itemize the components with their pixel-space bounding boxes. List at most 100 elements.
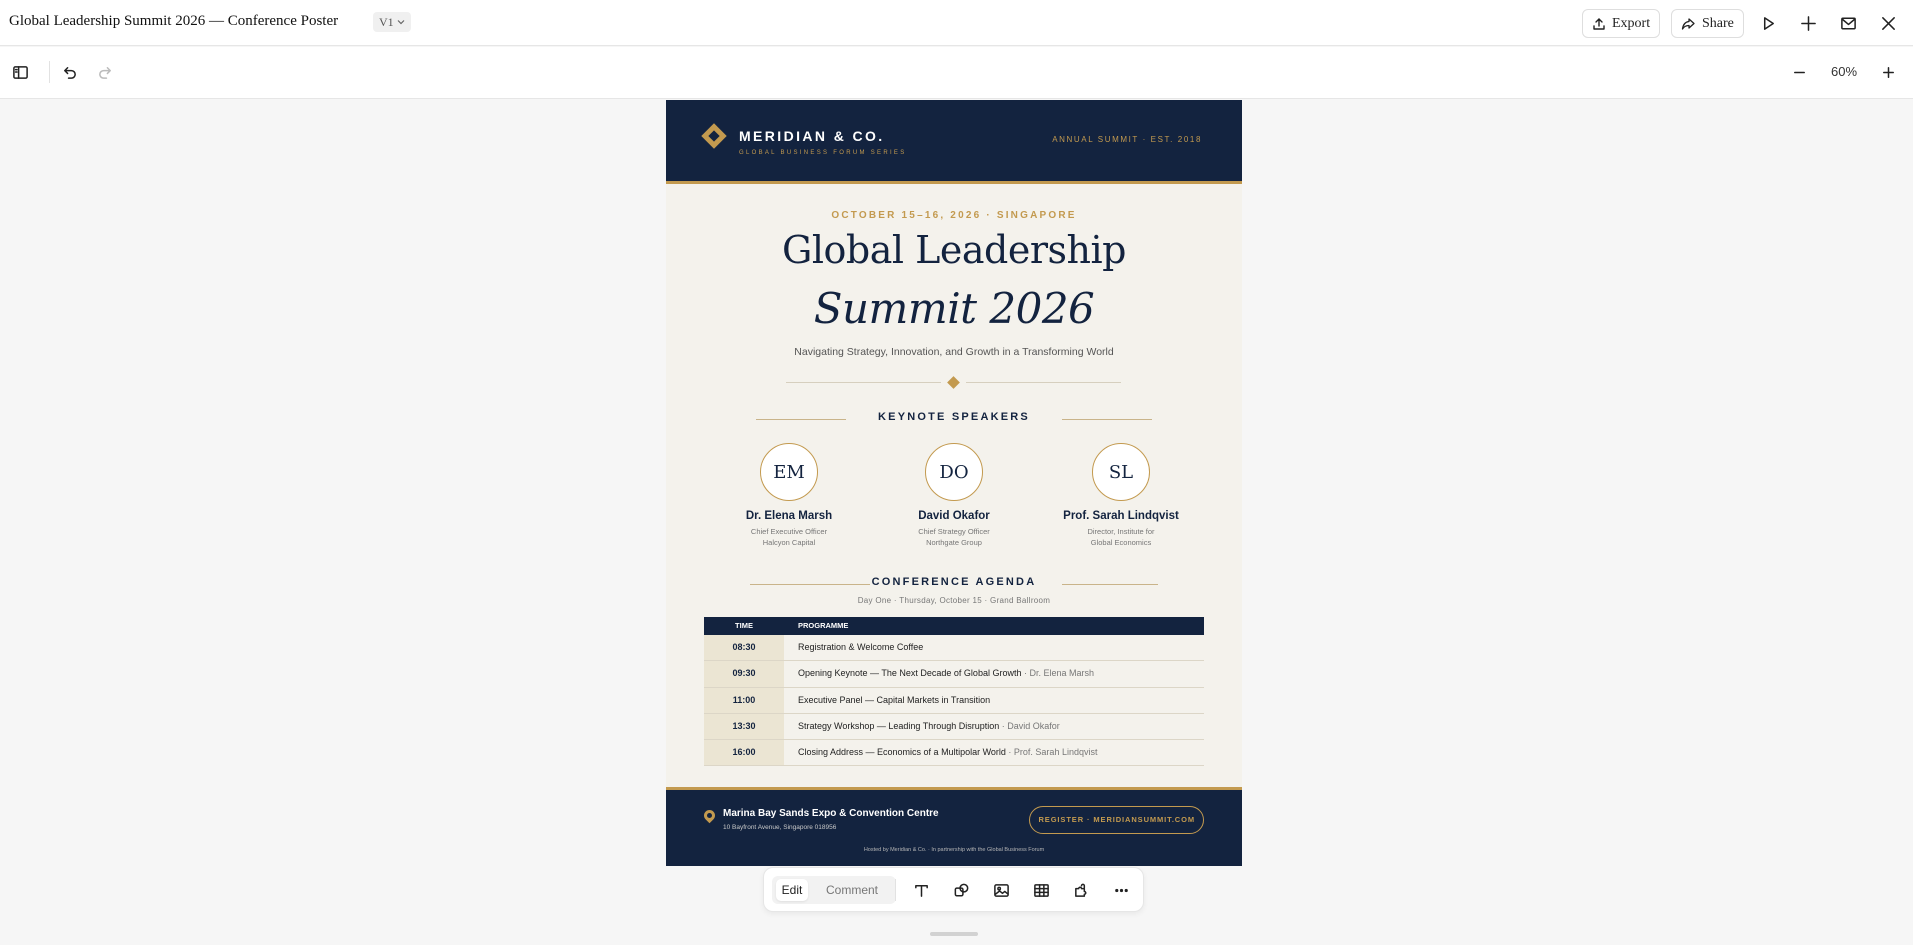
shape-tool-button[interactable] bbox=[948, 877, 974, 903]
speaker-avatar: EM bbox=[760, 443, 818, 501]
agenda-header-row: TIME PROGRAMME bbox=[704, 617, 1204, 635]
poster-title-line1[interactable]: Global Leadership bbox=[666, 228, 1242, 272]
agenda-item-title: Strategy Workshop — Leading Through Disr… bbox=[798, 720, 1000, 731]
mode-switch: Edit Comment bbox=[772, 876, 896, 904]
speaker-role-line: Halcyon Capital bbox=[762, 538, 816, 548]
location-pin-icon bbox=[701, 807, 718, 824]
agenda-item-speaker: · Prof. Sarah Lindqvist bbox=[1005, 747, 1098, 758]
speaker-role-line: Chief Strategy Officer bbox=[918, 527, 990, 536]
present-button[interactable] bbox=[1755, 10, 1781, 36]
agenda-subtitle[interactable]: Day One · Thursday, October 15 · Grand B… bbox=[666, 596, 1242, 605]
agenda-section-title[interactable]: CONFERENCE AGENDA bbox=[666, 576, 1242, 588]
diamond-logo-icon bbox=[701, 123, 727, 149]
ornament-line-right bbox=[966, 382, 1121, 383]
poster-title-line2[interactable]: Summit 2026 bbox=[666, 284, 1242, 333]
shapes-icon bbox=[954, 883, 968, 896]
table-row[interactable]: 13:30 Strategy Workshop — Leading Throug… bbox=[704, 713, 1204, 741]
plugins-tool-button[interactable] bbox=[1068, 877, 1094, 903]
poster-tagline[interactable]: Navigating Strategy, Innovation, and Gro… bbox=[666, 346, 1242, 358]
image-tool-button[interactable] bbox=[988, 877, 1014, 903]
agenda-item-title: Closing Address — Economics of a Multipo… bbox=[798, 747, 1006, 758]
speaker-role: Director, Institute for Global Economics bbox=[1041, 526, 1201, 549]
comment-mode-tab[interactable]: Comment bbox=[816, 879, 888, 901]
agenda-table[interactable]: TIME PROGRAMME 08:30 Registration & Welc… bbox=[704, 617, 1204, 767]
speaker-role-line: Global Economics bbox=[1090, 538, 1152, 548]
keynote-line-right bbox=[1062, 419, 1152, 420]
speaker-role: Chief Executive Officer Halcyon Capital bbox=[709, 526, 869, 549]
keynote-section-title[interactable]: KEYNOTE SPEAKERS bbox=[666, 411, 1242, 423]
poster-footer[interactable]: Marina Bay Sands Expo & Convention Centr… bbox=[666, 790, 1242, 866]
plus-icon bbox=[1882, 66, 1894, 78]
edit-toolbar: Edit Comment bbox=[763, 867, 1144, 912]
chevron-down-icon bbox=[397, 20, 405, 25]
poster-header[interactable]: MERIDIAN & CO. GLOBAL BUSINESS FORUM SER… bbox=[666, 100, 1242, 181]
venue-address[interactable]: 10 Bayfront Avenue, Singapore 018956 bbox=[723, 824, 836, 831]
sidebar-icon bbox=[12, 65, 28, 79]
more-options-button[interactable] bbox=[1108, 877, 1134, 903]
text-tool-button[interactable] bbox=[908, 877, 934, 903]
speaker-card[interactable]: DO David Okafor Chief Strategy Officer N… bbox=[874, 443, 1034, 549]
speaker-card[interactable]: SL Prof. Sarah Lindqvist Director, Insti… bbox=[1041, 443, 1201, 549]
export-label: Export bbox=[1612, 15, 1651, 31]
agenda-item-title: Executive Panel — Capital Markets in Tra… bbox=[798, 694, 991, 705]
version-dropdown[interactable]: V1 bbox=[373, 12, 411, 32]
agenda-item-title: Registration & Welcome Coffee bbox=[798, 642, 924, 652]
document-title[interactable]: Global Leadership Summit 2026 — Conferen… bbox=[9, 13, 338, 30]
table-row[interactable]: 11:00 Executive Panel — Capital Markets … bbox=[704, 687, 1204, 714]
share-label: Share bbox=[1702, 15, 1734, 31]
speaker-card[interactable]: EM Dr. Elena Marsh Chief Executive Offic… bbox=[709, 443, 869, 549]
edit-mode-tab[interactable]: Edit bbox=[776, 879, 808, 901]
speaker-name: David Okafor bbox=[918, 510, 990, 522]
version-label: V1 bbox=[379, 14, 394, 29]
zoom-level[interactable]: 60% bbox=[1818, 64, 1870, 79]
table-row[interactable]: 08:30 Registration & Welcome Coffee bbox=[704, 635, 1204, 662]
agenda-item: Registration & Welcome Coffee bbox=[784, 635, 1204, 660]
zoom-out-button[interactable] bbox=[1786, 59, 1812, 85]
event-date[interactable]: OCTOBER 15–16, 2026 · SINGAPORE bbox=[666, 210, 1242, 221]
agenda-line-right bbox=[1062, 584, 1158, 585]
header-gold-rule bbox=[666, 181, 1242, 184]
speaker-name: Dr. Elena Marsh bbox=[745, 510, 833, 522]
agenda-item: Opening Keynote — The Next Decade of Glo… bbox=[784, 661, 1204, 686]
canvas-toolbar: 60% bbox=[0, 47, 1913, 99]
venue-name[interactable]: Marina Bay Sands Expo & Convention Centr… bbox=[723, 808, 939, 819]
agenda-header-time: TIME bbox=[735, 621, 753, 630]
speaker-role-line: Chief Executive Officer bbox=[750, 527, 828, 536]
add-button[interactable] bbox=[1795, 10, 1821, 36]
agenda-item: Closing Address — Economics of a Multipo… bbox=[784, 740, 1204, 765]
export-button[interactable]: Export bbox=[1582, 9, 1661, 38]
redo-icon bbox=[98, 66, 111, 79]
agenda-header-programme: PROGRAMME bbox=[798, 621, 849, 630]
plus-icon bbox=[1800, 15, 1816, 31]
image-icon bbox=[993, 883, 1009, 897]
undo-icon bbox=[63, 66, 76, 79]
speaker-avatar: SL bbox=[1092, 443, 1150, 501]
share-icon bbox=[1681, 17, 1695, 30]
mail-button[interactable] bbox=[1835, 10, 1861, 36]
more-horizontal-icon bbox=[1114, 888, 1128, 892]
drag-handle[interactable] bbox=[930, 932, 978, 936]
undo-button[interactable] bbox=[56, 59, 82, 85]
redo-button[interactable] bbox=[92, 59, 118, 85]
annual-summit-label[interactable]: ANNUAL SUMMIT · EST. 2018 bbox=[1052, 135, 1202, 144]
table-row[interactable]: 09:30 Opening Keynote — The Next Decade … bbox=[704, 661, 1204, 688]
agenda-time: 13:30 bbox=[704, 713, 784, 740]
table-row[interactable]: 16:00 Closing Address — Economics of a M… bbox=[704, 740, 1204, 767]
title-bar: Global Leadership Summit 2026 — Conferen… bbox=[0, 0, 1913, 46]
agenda-time: 09:30 bbox=[704, 661, 784, 687]
speaker-avatar: DO bbox=[925, 443, 983, 501]
hosted-by-text[interactable]: Hosted by Meridian & Co. · In partnershi… bbox=[666, 847, 1242, 853]
speaker-role: Chief Strategy Officer Northgate Group bbox=[874, 526, 1034, 549]
register-badge[interactable]: REGISTER · MERIDIANSUMMIT.COM bbox=[1029, 806, 1204, 834]
poster-canvas[interactable]: MERIDIAN & CO. GLOBAL BUSINESS FORUM SER… bbox=[666, 100, 1242, 866]
close-button[interactable] bbox=[1875, 10, 1901, 36]
brand-subtitle[interactable]: GLOBAL BUSINESS FORUM SERIES bbox=[739, 150, 907, 156]
brand-name[interactable]: MERIDIAN & CO. bbox=[739, 128, 885, 144]
table-icon bbox=[1033, 883, 1049, 897]
toolbar-divider bbox=[49, 61, 50, 83]
zoom-in-button[interactable] bbox=[1875, 59, 1901, 85]
sidebar-toggle-button[interactable] bbox=[7, 59, 33, 85]
table-tool-button[interactable] bbox=[1028, 877, 1054, 903]
text-icon bbox=[914, 884, 928, 897]
share-button[interactable]: Share bbox=[1671, 9, 1744, 38]
